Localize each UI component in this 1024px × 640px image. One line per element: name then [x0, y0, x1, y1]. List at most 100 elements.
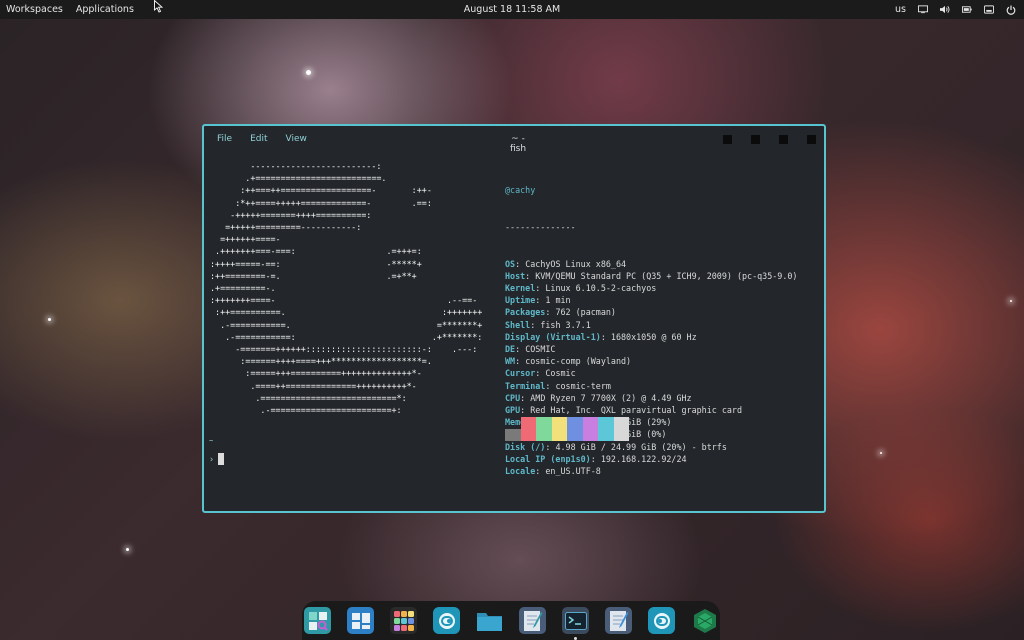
- info-value: 192.168.122.92/24: [600, 453, 687, 464]
- battery-icon[interactable]: [962, 5, 972, 15]
- clock[interactable]: August 18 11:58 AM: [464, 4, 560, 15]
- app-finder-icon[interactable]: [304, 607, 331, 634]
- text-editor-icon[interactable]: [519, 607, 546, 634]
- app-library-icon[interactable]: [390, 607, 417, 634]
- logo-line: .+=========-.: [210, 283, 276, 294]
- workspaces-icon[interactable]: [347, 607, 374, 634]
- info-row: Host: KVM/QEMU Standard PC (Q35 + ICH9, …: [505, 270, 797, 282]
- info-value: COSMIC: [525, 344, 556, 355]
- info-key: Uptime: [505, 295, 536, 306]
- logo-line: .===========================*:: [210, 392, 407, 403]
- info-value: KVM/QEMU Standard PC (Q35 + ICH9, 2009) …: [535, 270, 798, 281]
- logo-line: :+++++++====- .--==-: [210, 295, 478, 306]
- star: [1010, 300, 1012, 302]
- terminal-window[interactable]: File Edit View ~ - fish ----------------…: [202, 124, 826, 513]
- info-colon: :: [515, 344, 526, 355]
- prompt-symbol: ›: [209, 454, 215, 465]
- close-button[interactable]: [807, 135, 816, 144]
- text-editor-2-icon[interactable]: [605, 607, 632, 634]
- palette-swatch: [582, 417, 598, 441]
- info-value: Red Hat, Inc. QXL paravirtual graphic ca…: [530, 405, 743, 416]
- info-colon: :: [525, 270, 536, 281]
- info-key: Terminal: [505, 380, 546, 391]
- logo-line: .-===========. =*******+: [210, 319, 483, 330]
- info-row: DE: COSMIC: [505, 343, 797, 355]
- palette-swatch: [567, 417, 583, 441]
- logo-line: -+++++=======++++==========:: [210, 209, 372, 220]
- logo-line: :=====+++==========++++++++++++++*-: [210, 368, 422, 379]
- info-key: OS: [505, 258, 516, 269]
- menu-edit[interactable]: Edit: [250, 134, 267, 144]
- info-colon: :: [535, 283, 546, 294]
- info-value: 1680x1050 @ 60 Hz: [610, 331, 697, 342]
- info-value: fish 3.7.1: [540, 319, 591, 330]
- info-key: Packages: [505, 307, 546, 318]
- info-key: Shell: [505, 319, 531, 330]
- window-button[interactable]: [723, 135, 732, 144]
- info-row: OS: CachyOS Linux x86_64: [505, 258, 797, 270]
- display-icon[interactable]: [918, 5, 928, 15]
- logo-line: .-========================+:: [210, 405, 402, 416]
- logo-line: .====++==============++++++++++*-: [210, 380, 417, 391]
- info-key: Local IP (enp1s0): [505, 453, 591, 464]
- info-colon: :: [590, 453, 601, 464]
- info-key: DE: [505, 344, 516, 355]
- logo-line: :++===++==================- :++-: [210, 185, 432, 196]
- info-colon: :: [535, 368, 546, 379]
- cosmic-store-icon[interactable]: [433, 607, 460, 634]
- info-colon: :: [600, 331, 611, 342]
- logo-line: -------------------------:: [210, 161, 382, 171]
- info-value: 4.98 GiB / 24.99 GiB (20%) - btrfs: [555, 441, 727, 452]
- info-row: Locale: en_US.UTF-8: [505, 465, 797, 477]
- menu-file[interactable]: File: [217, 134, 232, 144]
- keyboard-layout[interactable]: us: [895, 4, 906, 15]
- palette-swatch: [536, 417, 552, 441]
- maximize-button[interactable]: [779, 135, 788, 144]
- info-colon: :: [520, 405, 531, 416]
- color-palette: [505, 417, 629, 441]
- prompt-cwd: ~: [209, 437, 214, 445]
- menu-view[interactable]: View: [286, 134, 307, 144]
- settings-icon[interactable]: [648, 607, 675, 634]
- logo-line: -=======++++++:::::::::::::::::::::::-: …: [210, 344, 478, 355]
- info-value: cosmic-comp (Wayland): [525, 356, 632, 367]
- logo-line: :======++++====+++******************=.: [210, 356, 432, 367]
- power-icon[interactable]: [1006, 5, 1016, 15]
- info-colon: :: [520, 392, 531, 403]
- info-row: Terminal: cosmic-term: [505, 380, 797, 392]
- star: [48, 318, 51, 321]
- minimize-button[interactable]: [751, 135, 760, 144]
- window-title: ~ - fish: [509, 134, 527, 154]
- logo-line: :++++=====-==: -*****+: [210, 258, 422, 269]
- info-key: Locale: [505, 466, 536, 477]
- info-row: Disk (/): 4.98 GiB / 24.99 GiB (20%) - b…: [505, 441, 797, 453]
- info-colon: :: [545, 307, 556, 318]
- logo-line: :++========-=. .=+**+: [210, 270, 417, 281]
- info-separator: --------------: [505, 222, 576, 233]
- info-value: Linux 6.10.5-2-cachyos: [545, 283, 657, 294]
- palette-swatch: [505, 429, 521, 441]
- info-key: Cursor: [505, 368, 536, 379]
- volume-icon[interactable]: [940, 5, 950, 15]
- info-value: AMD Ryzen 7 7700X (2) @ 4.49 GHz: [530, 392, 692, 403]
- info-key: Kernel: [505, 283, 536, 294]
- files-icon[interactable]: [476, 607, 503, 634]
- info-value: CachyOS Linux x86_64: [525, 258, 627, 269]
- info-value: en_US.UTF-8: [545, 466, 601, 477]
- info-key: WM: [505, 356, 516, 367]
- cachyos-hello-icon[interactable]: [691, 607, 718, 634]
- notifications-icon[interactable]: [984, 5, 994, 15]
- info-row: Uptime: 1 min: [505, 294, 797, 306]
- terminal-icon[interactable]: [562, 607, 589, 640]
- info-value: Cosmic: [545, 368, 576, 379]
- window-titlebar[interactable]: File Edit View ~ - fish: [204, 126, 824, 154]
- logo-line: :++==========. :+++++++: [210, 307, 483, 318]
- prompt-line[interactable]: ~ ›: [209, 437, 215, 465]
- info-row: GPU: Red Hat, Inc. QXL paravirtual graph…: [505, 404, 797, 416]
- logo-line: =+++++=========-----------:: [210, 222, 362, 233]
- mouse-pointer-icon: [154, 0, 163, 13]
- logo-line: :*++====+++++=============- .==:: [210, 197, 432, 208]
- info-key: GPU: [505, 405, 521, 416]
- logo-line: .-===========: .+*******:: [210, 331, 483, 342]
- ascii-logo: -------------------------: .+===========…: [210, 160, 482, 416]
